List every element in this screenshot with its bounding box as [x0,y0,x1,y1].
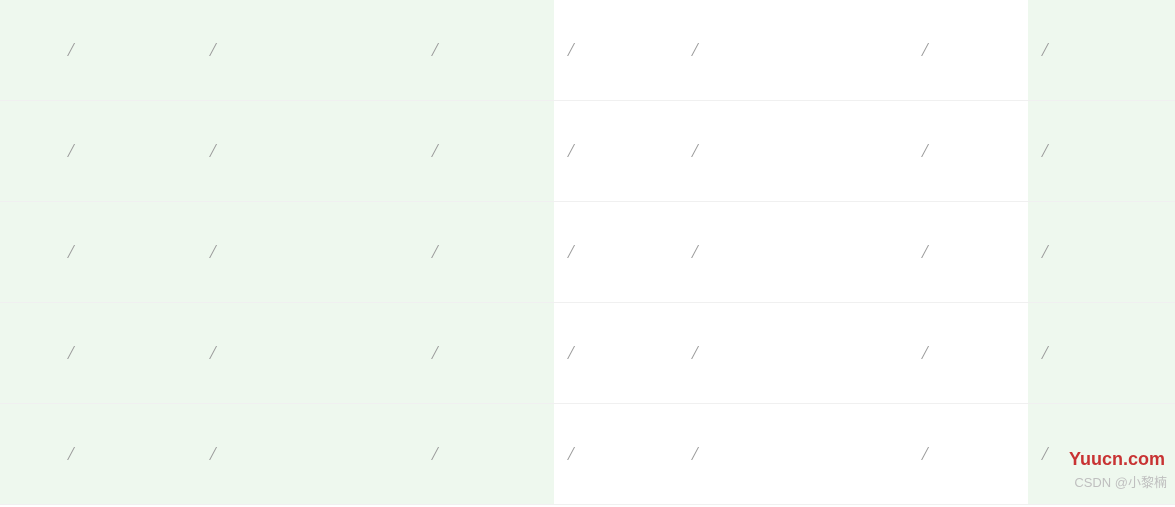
data-table: / / / / / / / / / / / / / / / / / / / / … [0,0,1175,505]
table-row: / / / / / / / [0,0,1175,101]
table-cell: / [1028,0,1175,100]
table-row: / / / / / / / [0,202,1175,303]
table-cell: / [908,404,1028,504]
table-cell: / [1028,202,1175,302]
table-cell: / [54,303,196,403]
table-cell: / [196,0,418,100]
table-cell: / [678,303,908,403]
table-cell: / [554,0,678,100]
table-cell: / [678,101,908,201]
table-cell: / [418,202,554,302]
table-cell: / [908,101,1028,201]
table-cell: / [554,202,678,302]
table-cell [0,202,54,302]
table-cell: / [678,404,908,504]
watermark-site: Yuucn.com [1069,449,1165,470]
table-cell: / [54,202,196,302]
table-cell [0,0,54,100]
table-cell [0,303,54,403]
table-row: / / / / / / / [0,303,1175,404]
table-cell: / [908,0,1028,100]
table-cell: / [54,404,196,504]
table-cell: / [418,303,554,403]
table-row: / / / / / / / [0,404,1175,505]
table-cell: / [418,404,554,504]
table-cell: / [418,101,554,201]
table-cell: / [418,0,554,100]
table-row: / / / / / / / [0,101,1175,202]
table-cell: / [554,303,678,403]
watermark-author: CSDN @小黎楠 [1074,472,1167,491]
table-cell: / [196,101,418,201]
table-cell: / [196,202,418,302]
table-cell [0,101,54,201]
table-cell: / [54,101,196,201]
table-cell: / [1028,101,1175,201]
table-cell: / [54,0,196,100]
table-cell: / [196,303,418,403]
table-cell: / [554,404,678,504]
table-cell [0,404,54,504]
table-cell: / [196,404,418,504]
table-cell: / [678,0,908,100]
table-cell: / [1028,303,1175,403]
table-cell: / [678,202,908,302]
table-cell: / [908,303,1028,403]
table-cell: / [554,101,678,201]
table-cell: / [908,202,1028,302]
